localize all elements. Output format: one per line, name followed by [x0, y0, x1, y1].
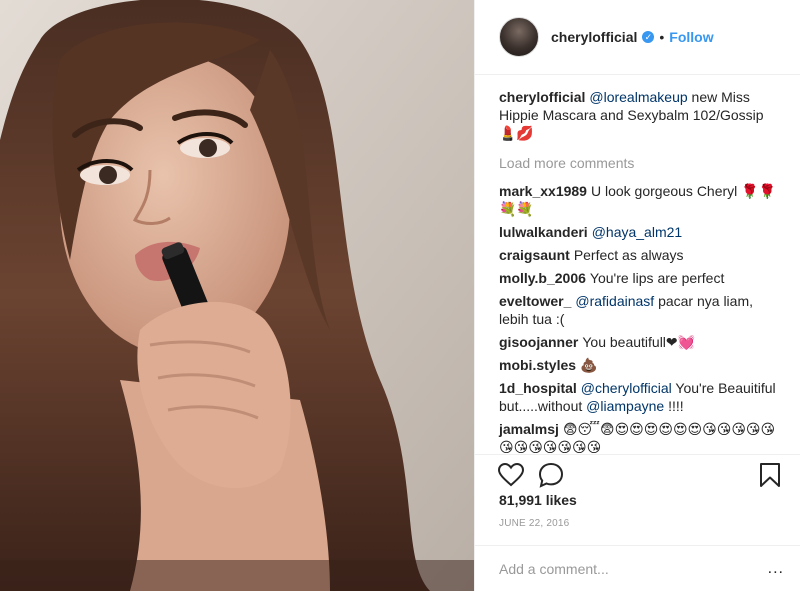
likes-count[interactable]: 81,991 likes	[499, 492, 577, 508]
comment-username[interactable]: craigsaunt	[499, 247, 570, 263]
caption-username[interactable]: cherylofficial	[499, 89, 585, 105]
comment-text: 💩	[580, 357, 598, 373]
comment-username[interactable]: jamalmsj	[499, 421, 559, 437]
comment-item: jamalmsj 😨😴😨😍😍😍😍😍😍😘😘😘😘😘😘😘😘😘😘😘😘	[499, 420, 784, 453]
more-options-button[interactable]: ...	[768, 560, 784, 578]
bookmark-icon[interactable]	[756, 461, 784, 489]
comment-mention[interactable]: @rafidainasf	[575, 293, 654, 309]
comment-item: mark_xx1989 U look gorgeous Cheryl 🌹🌹💐💐	[499, 182, 784, 218]
comment-text: !!!!	[664, 398, 684, 414]
post-header: cherylofficial ✓ • Follow	[475, 0, 800, 75]
verified-badge-icon: ✓	[642, 31, 655, 43]
comment-item: molly.b_2006 You're lips are perfect	[499, 269, 784, 287]
comment-text: You beautifull❤💓	[582, 334, 696, 350]
comment-username[interactable]: gisoojanner	[499, 334, 578, 350]
caption-mention[interactable]: @lorealmakeup	[589, 89, 687, 105]
header-username[interactable]: cherylofficial	[551, 29, 637, 45]
load-more-comments-button[interactable]: Load more comments	[499, 154, 784, 172]
comments-list: cherylofficial @lorealmakeup new Miss Hip…	[475, 75, 800, 453]
comment-item: craigsaunt Perfect as always	[499, 246, 784, 264]
comment-item: eveltower_ @rafidainasf pacar nya liam, l…	[499, 292, 784, 328]
woman-applying-lipstick-photo	[0, 0, 474, 591]
comment-bubble-icon[interactable]	[537, 461, 565, 489]
separator: •	[659, 29, 665, 45]
comment-username[interactable]: eveltower_	[499, 293, 571, 309]
add-comment-input[interactable]	[499, 560, 768, 577]
comment-username[interactable]: mobi.styles	[499, 357, 576, 373]
add-comment-row: ...	[475, 545, 800, 591]
comment-username[interactable]: lulwalkanderi	[499, 224, 588, 240]
avatar[interactable]	[499, 17, 539, 57]
comment-item: gisoojanner You beautifull❤💓	[499, 333, 784, 351]
comment-text: You're lips are perfect	[589, 270, 725, 286]
heart-icon[interactable]	[497, 461, 525, 489]
post-caption: cherylofficial @lorealmakeup new Miss Hip…	[499, 88, 784, 142]
post-detail-panel: cherylofficial ✓ • Follow cherylofficial…	[474, 0, 800, 591]
comment-item: 1d_hospital @cherylofficial You're Beauit…	[499, 379, 784, 415]
post-photo[interactable]	[0, 0, 474, 591]
follow-button[interactable]: Follow	[669, 29, 713, 45]
comment-mention[interactable]: @cherylofficial	[581, 380, 672, 396]
comment-mention[interactable]: @liampayne	[586, 398, 664, 414]
comment-mention[interactable]: @haya_alm21	[592, 224, 683, 240]
comment-text: Perfect as always	[573, 247, 684, 263]
action-bar	[475, 454, 800, 494]
post-date[interactable]: JUNE 22, 2016	[499, 518, 569, 529]
comment-username[interactable]: 1d_hospital	[499, 380, 577, 396]
comment-item: mobi.styles 💩	[499, 356, 784, 374]
comment-username[interactable]: mark_xx1989	[499, 183, 587, 199]
comment-item: lulwalkanderi @haya_alm21	[499, 223, 784, 241]
comment-username[interactable]: molly.b_2006	[499, 270, 586, 286]
